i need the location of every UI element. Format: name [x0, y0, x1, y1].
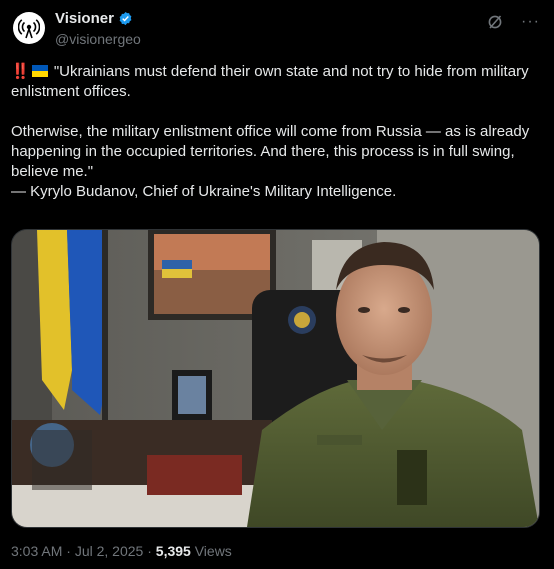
views-count: 5,395: [155, 543, 191, 559]
tweet-line-1: "Ukrainians must defend their own state …: [11, 63, 529, 100]
grok-icon[interactable]: [487, 14, 503, 30]
tweet-time[interactable]: 3:03 AM: [11, 543, 62, 559]
ukraine-flag-icon: [31, 65, 48, 77]
avatar[interactable]: [13, 12, 45, 44]
photo-office-scene: [12, 230, 539, 527]
more-options-button[interactable]: ···: [521, 14, 540, 30]
double-exclamation-emoji: ‼️: [11, 63, 30, 80]
views-label: Views: [190, 543, 232, 559]
account-header: Visioner @visionergeo: [55, 10, 141, 47]
tweet-photo[interactable]: [11, 229, 540, 528]
tweet-line-2: Otherwise, the military enlistment offic…: [11, 123, 530, 180]
account-name[interactable]: Visioner: [55, 10, 114, 27]
account-handle[interactable]: @visionergeo: [55, 31, 141, 47]
tweet-date[interactable]: Jul 2, 2025: [75, 543, 144, 559]
radio-broadcast-icon: [18, 19, 40, 39]
tweet-text: ‼️ "Ukrainians must defend their own sta…: [11, 62, 543, 202]
tweet-line-3: — Kyrylo Budanov, Chief of Ukraine's Mil…: [11, 183, 397, 200]
tweet-meta: 3:03 AM · Jul 2, 2025 · 5,395 Views: [11, 543, 232, 559]
verified-badge-icon: [119, 11, 132, 26]
